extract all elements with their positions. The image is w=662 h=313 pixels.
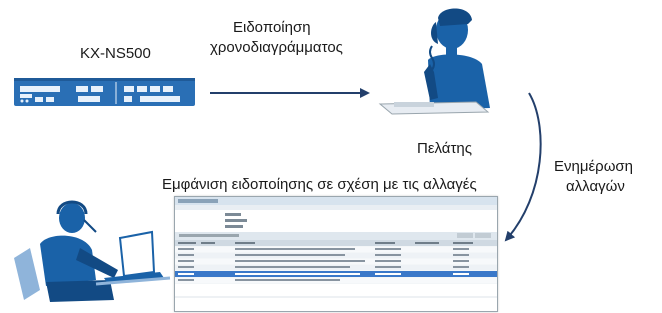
update-arrow (504, 92, 542, 242)
pbx-device-icon (14, 78, 195, 106)
screen-thumbnail-graphic (175, 197, 497, 311)
operator-figure-icon (14, 200, 171, 302)
notification-screen-thumbnail (174, 196, 498, 312)
customer-figure-icon (378, 8, 490, 115)
